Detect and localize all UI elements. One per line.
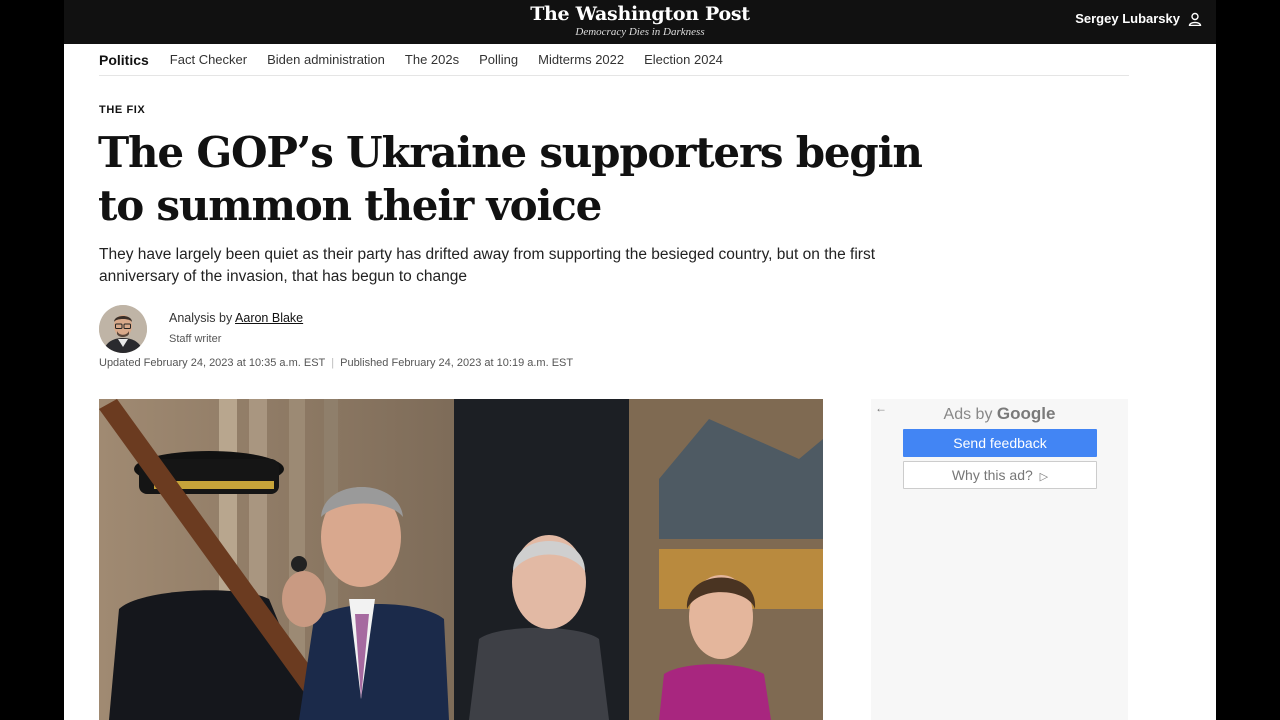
user-name: Sergey Lubarsky — [1075, 11, 1180, 26]
nav-item-politics[interactable]: Politics — [99, 52, 149, 68]
nav-item-biden-administration[interactable]: Biden administration — [267, 52, 385, 67]
ads-by-google-label: Ads by Google — [871, 404, 1128, 424]
author-avatar[interactable] — [99, 305, 147, 353]
article-timestamps: Updated February 24, 2023 at 10:35 a.m. … — [99, 357, 573, 369]
section-kicker[interactable]: THE FIX — [99, 104, 145, 116]
why-this-ad-button[interactable]: Why this ad? ▷ — [903, 461, 1097, 489]
nav-item-midterms-2022[interactable]: Midterms 2022 — [538, 52, 624, 67]
nav-item-the-202s[interactable]: The 202s — [405, 52, 459, 67]
timestamp-separator: | — [331, 357, 335, 369]
section-nav: Politics Fact Checker Biden administrati… — [99, 44, 1129, 76]
ad-slot: ← Ads by Google Send feedback Why this a… — [871, 399, 1128, 720]
logo-tagline: Democracy Dies in Darkness — [575, 26, 705, 38]
byline-text: Analysis by Aaron Blake — [169, 311, 303, 325]
user-icon — [1188, 12, 1202, 26]
article-subheadline: They have largely been quiet as their pa… — [99, 246, 876, 285]
play-triangle-icon: ▷ — [1039, 471, 1049, 483]
article-headline: The GOP’s Ukraine supporters begin to su… — [98, 128, 923, 230]
account-menu[interactable]: Sergey Lubarsky — [1075, 11, 1202, 26]
ads-by-text: Ads by — [943, 406, 993, 423]
byline: Analysis by Aaron Blake Staff writer — [99, 305, 699, 355]
nav-item-polling[interactable]: Polling — [479, 52, 518, 67]
author-role: Staff writer — [169, 333, 222, 345]
send-feedback-button[interactable]: Send feedback — [903, 429, 1097, 457]
updated-timestamp: Updated February 24, 2023 at 10:35 a.m. … — [99, 357, 326, 369]
top-bar: The Washington Post Democracy Dies in Da… — [64, 0, 1216, 44]
why-this-ad-label: Why this ad? — [951, 467, 1033, 483]
site-logo[interactable]: The Washington Post Democracy Dies in Da… — [64, 2, 1216, 38]
ad-provider-name: Google — [996, 404, 1056, 423]
nav-item-fact-checker[interactable]: Fact Checker — [170, 52, 247, 67]
author-link[interactable]: Aaron Blake — [235, 311, 303, 325]
lead-photo[interactable] — [99, 399, 823, 720]
logo-name: The Washington Post — [530, 3, 750, 25]
page: The Washington Post Democracy Dies in Da… — [64, 0, 1216, 720]
nav-item-election-2024[interactable]: Election 2024 — [644, 52, 723, 67]
byline-prefix: Analysis by — [169, 311, 233, 325]
published-timestamp: Published February 24, 2023 at 10:19 a.m… — [340, 357, 574, 369]
